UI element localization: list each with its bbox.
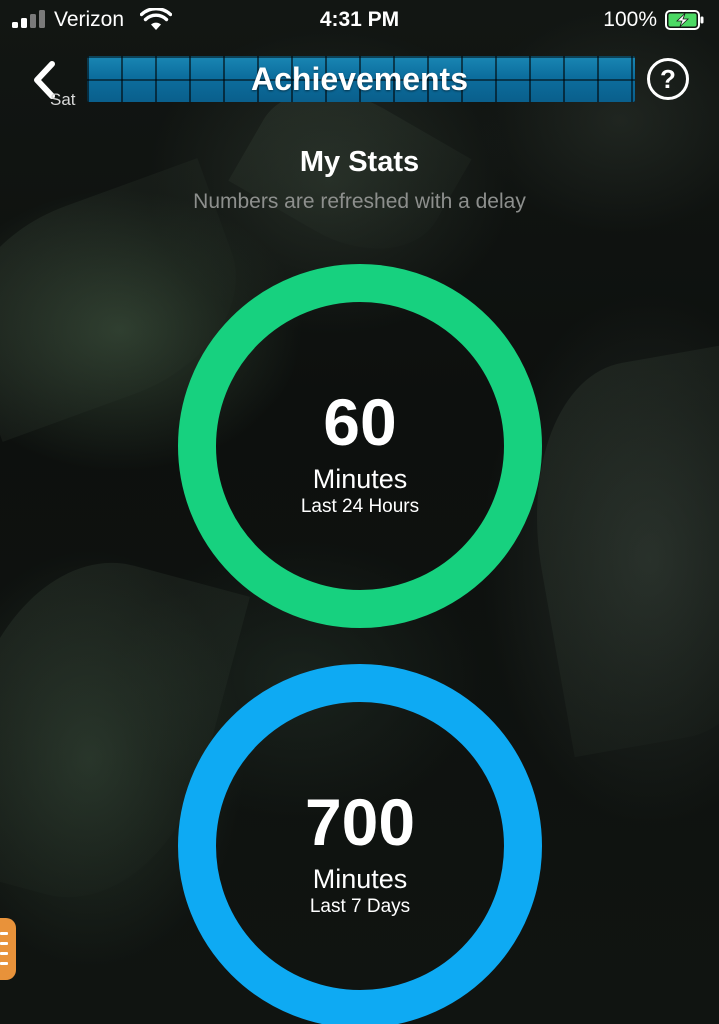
achievements-screen: Verizon 4:31 PM 100% Sat Achievements ? [0, 0, 719, 1024]
menu-lines-icon [0, 942, 8, 945]
battery-percentage: 100% [603, 8, 657, 31]
help-button[interactable]: ? [647, 58, 689, 100]
nav-header: Sat Achievements ? [0, 46, 719, 116]
stats-subtitle: Numbers are refreshed with a delay [193, 190, 526, 213]
menu-lines-icon [0, 952, 8, 955]
stat-value: 60 [323, 385, 397, 459]
stat-unit: Minutes [312, 464, 408, 494]
stat-period: Last 24 Hours [300, 496, 420, 517]
side-menu-tab[interactable] [0, 918, 16, 980]
stats-title: My Stats [299, 146, 420, 178]
page-title: Achievements [251, 61, 468, 97]
stat-unit: Minutes [312, 864, 408, 894]
background-leaf [508, 342, 719, 758]
menu-lines-icon [0, 932, 8, 935]
stat-value: 700 [304, 785, 416, 859]
stat-ring-last-24-hours: 60 Minutes Last 24 Hours [178, 264, 542, 628]
stat-ring-last-7-days: 700 Minutes Last 7 Days [178, 664, 542, 1024]
battery-charging-icon [665, 10, 704, 30]
status-bar: Verizon 4:31 PM 100% [0, 0, 719, 40]
stat-period: Last 7 Days [309, 896, 411, 917]
help-question-icon: ? [660, 64, 676, 94]
menu-lines-icon [0, 962, 8, 965]
